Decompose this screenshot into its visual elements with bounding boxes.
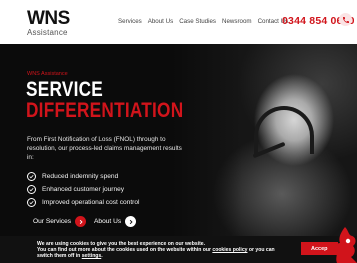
about-us-button[interactable]: About Us (94, 216, 137, 227)
about-us-label: About Us (94, 218, 122, 225)
logo-main-text: WNS (27, 8, 70, 29)
nav-services[interactable]: Services (118, 18, 142, 25)
site-header: WNS Assistance Services About Us Case St… (0, 0, 357, 44)
phone-icon[interactable] (339, 13, 352, 26)
list-item: Enhanced customer journey (27, 183, 140, 195)
our-services-button[interactable]: Our Services (33, 216, 87, 227)
cookie-line2-post: or you can (248, 247, 275, 254)
hero-kicker: WNS Assistance (27, 71, 68, 77)
bullet-text: Improved operational cost control (42, 198, 140, 206)
check-icon (27, 184, 36, 194)
cookie-message: We are using cookies to give you the bes… (37, 241, 275, 260)
cookie-line1: We are using cookies to give you the bes… (37, 241, 206, 247)
arrow-right-icon (125, 216, 137, 227)
cookie-line3-pre: switch them off in (37, 253, 81, 260)
nav-newsroom[interactable]: Newsroom (222, 18, 252, 25)
settings-link[interactable]: settings (82, 253, 102, 259)
logo-sub-text: Assistance (27, 28, 68, 37)
bullet-text: Enhanced customer journey (42, 185, 125, 193)
arrow-right-icon (75, 216, 87, 227)
nav-about-us[interactable]: About Us (148, 18, 173, 25)
cookies-policy-link[interactable]: cookies policy (212, 247, 247, 253)
main-nav: Services About Us Case Studies Newsroom … (118, 18, 288, 25)
list-item: Reduced indemnity spend (27, 170, 140, 182)
our-services-label: Our Services (33, 218, 72, 225)
hero-section: WNS Assistance SERVICE DIFFERENTIATION F… (0, 44, 357, 263)
nav-case-studies[interactable]: Case Studies (179, 18, 216, 25)
cookie-line2-pre: You can find out more about the cookies … (37, 247, 211, 254)
chat-widget-icon[interactable] (331, 225, 357, 263)
cookie-banner: We are using cookies to give you the bes… (0, 236, 357, 263)
bullet-text: Reduced indemnity spend (42, 172, 119, 180)
hero-title-line2: DIFFERENTIATION (26, 99, 184, 122)
hero-description: From First Notification of Loss (FNOL) t… (27, 136, 182, 161)
check-icon (27, 171, 36, 181)
list-item: Improved operational cost control (27, 196, 140, 208)
benefits-list: Reduced indemnity spend Enhanced custome… (27, 170, 140, 209)
check-icon (27, 197, 36, 207)
wns-logo[interactable]: WNS Assistance (27, 9, 70, 37)
